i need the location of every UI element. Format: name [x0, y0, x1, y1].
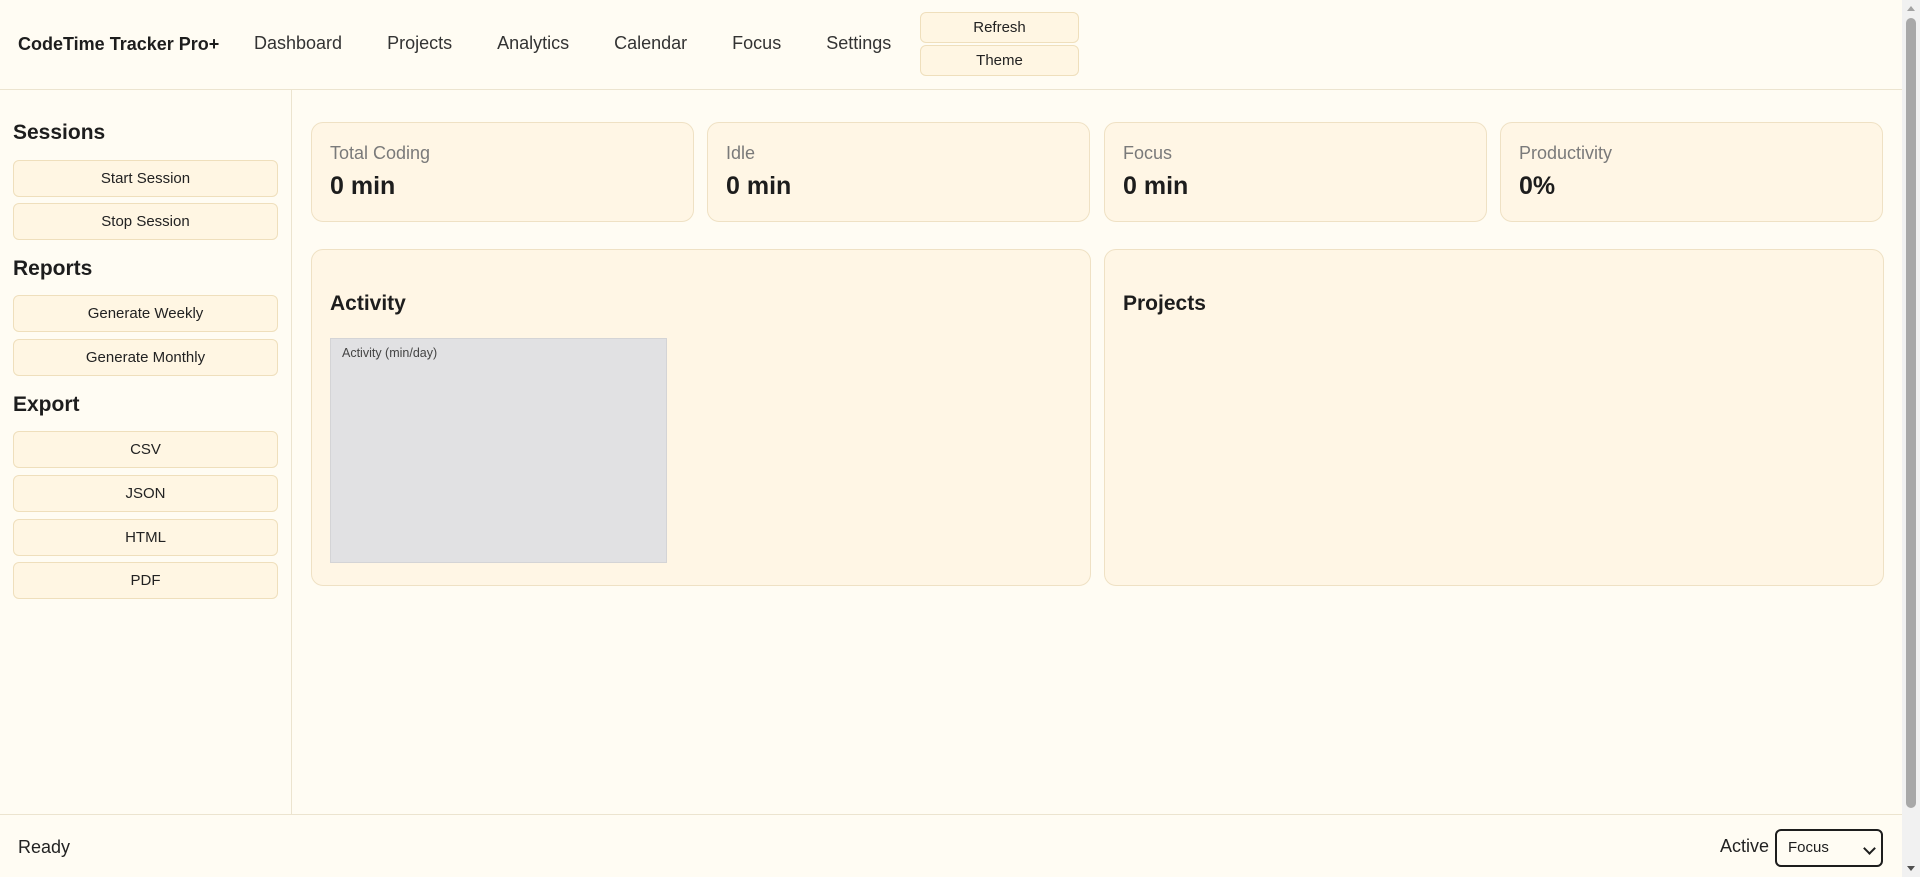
stat-label: Productivity [1519, 143, 1613, 163]
export-csv-button[interactable]: CSV [13, 431, 278, 468]
status-bar: Ready Active Focus [0, 814, 1902, 877]
stat-label: Idle [726, 143, 756, 163]
generate-monthly-button[interactable]: Generate Monthly [13, 339, 278, 376]
stat-value: 0 min [726, 172, 792, 200]
projects-panel: Projects [1104, 249, 1884, 586]
sessions-heading: Sessions [13, 121, 106, 144]
nav-calendar[interactable]: Calendar [614, 33, 687, 54]
stat-label: Total Coding [330, 143, 431, 163]
stat-focus: Focus 0 min [1104, 122, 1487, 222]
export-html-button[interactable]: HTML [13, 519, 278, 556]
nav-analytics[interactable]: Analytics [497, 33, 569, 54]
activity-chart: Activity (min/day) [330, 338, 667, 563]
nav-dashboard[interactable]: Dashboard [254, 33, 342, 54]
stop-session-button[interactable]: Stop Session [13, 203, 278, 240]
active-mode-value: Focus [1788, 839, 1829, 856]
stat-label: Focus [1123, 143, 1173, 163]
stat-value: 0 min [1123, 172, 1189, 200]
start-session-button[interactable]: Start Session [13, 160, 278, 197]
vertical-scrollbar[interactable] [1902, 0, 1920, 877]
projects-title: Projects [1123, 292, 1206, 315]
export-heading: Export [13, 393, 80, 416]
active-label: Active [1720, 836, 1770, 856]
app-root: CodeTime Tracker Pro+ Dashboard Projects… [0, 0, 1902, 877]
stat-idle: Idle 0 min [707, 122, 1090, 222]
main-nav: Dashboard Projects Analytics Calendar Fo… [254, 33, 936, 54]
stat-value: 0% [1519, 172, 1556, 200]
chevron-down-icon [1863, 842, 1876, 855]
export-pdf-button[interactable]: PDF [13, 562, 278, 599]
refresh-button[interactable]: Refresh [920, 12, 1079, 43]
scroll-up-icon[interactable] [1907, 6, 1915, 11]
scroll-thumb[interactable] [1906, 18, 1916, 808]
stat-value: 0 min [330, 172, 396, 200]
generate-weekly-button[interactable]: Generate Weekly [13, 295, 278, 332]
nav-focus[interactable]: Focus [732, 33, 781, 54]
sidebar: Sessions Start Session Stop Session Repo… [0, 90, 292, 814]
stat-productivity: Productivity 0% [1500, 122, 1883, 222]
app-brand: CodeTime Tracker Pro+ [18, 34, 220, 54]
export-json-button[interactable]: JSON [13, 475, 278, 512]
reports-heading: Reports [13, 257, 93, 280]
activity-chart-title: Activity (min/day) [342, 346, 438, 360]
header-actions: Refresh Theme [920, 12, 1079, 78]
activity-title: Activity [330, 292, 406, 315]
top-header: CodeTime Tracker Pro+ Dashboard Projects… [0, 0, 1902, 90]
nav-projects[interactable]: Projects [387, 33, 452, 54]
status-text: Ready [18, 837, 71, 857]
nav-settings[interactable]: Settings [826, 33, 891, 54]
stat-total-coding: Total Coding 0 min [311, 122, 694, 222]
activity-panel: Activity Activity (min/day) [311, 249, 1091, 586]
theme-button[interactable]: Theme [920, 45, 1079, 76]
active-mode-select[interactable]: Focus [1775, 829, 1883, 867]
scroll-down-icon[interactable] [1907, 866, 1915, 871]
